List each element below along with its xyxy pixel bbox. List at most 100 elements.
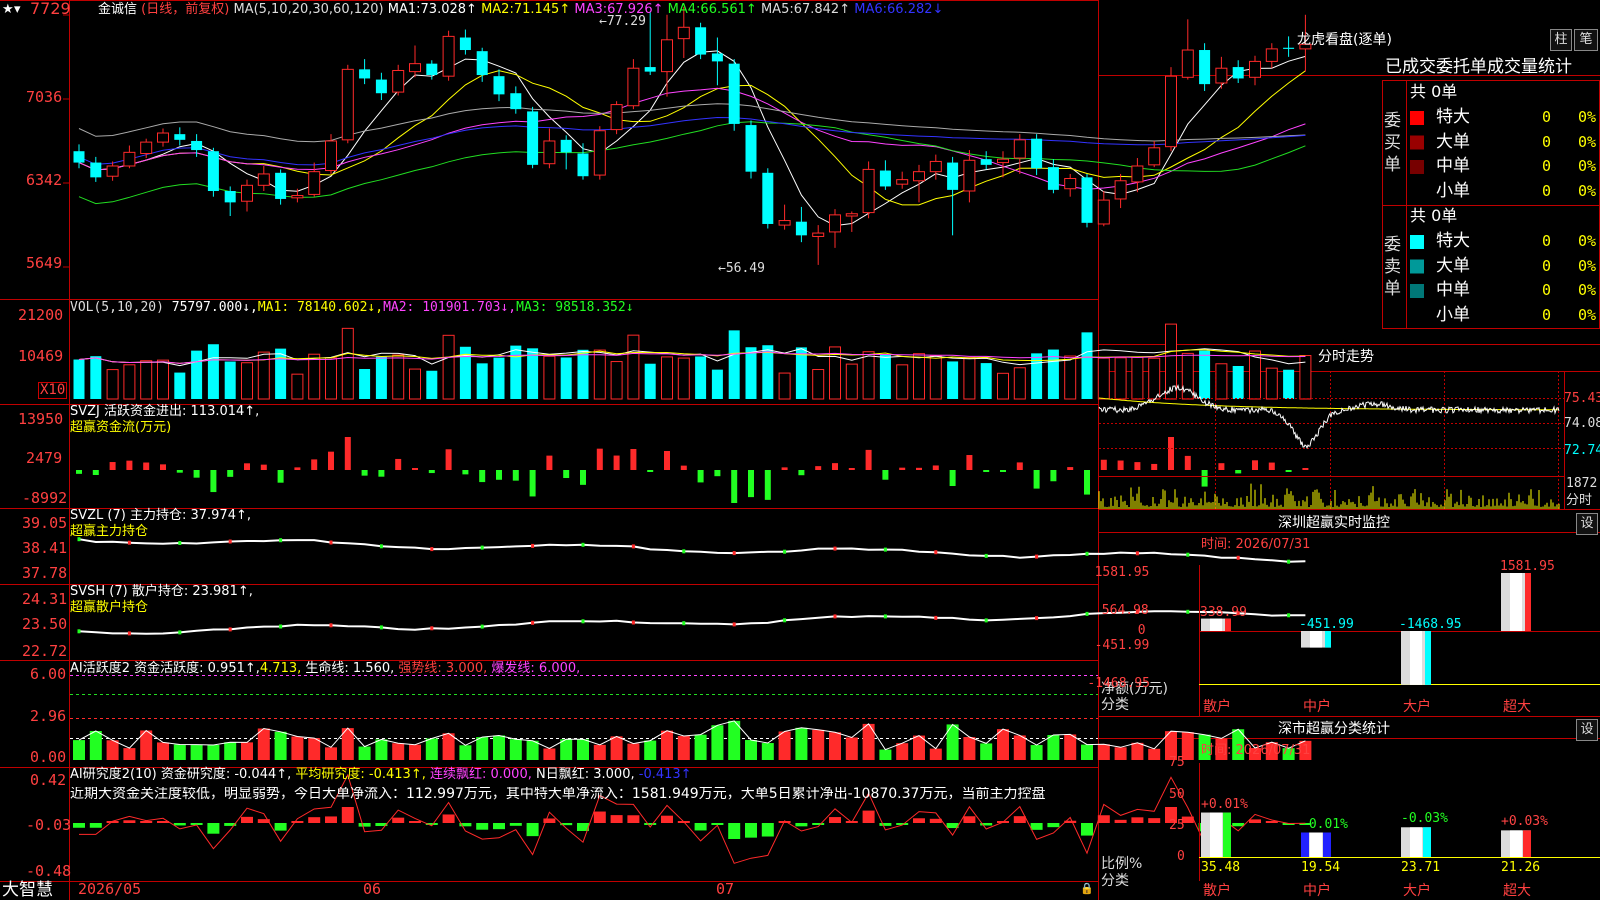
candle-body [929,160,942,173]
stats-bar-change: -0.01% [1301,816,1348,832]
sell-row-name: 中单 [1436,280,1470,300]
flow-bar [1151,463,1158,470]
volume-bar [1097,357,1110,400]
flow-bar [949,470,956,487]
flow-bar [647,470,654,472]
tab-orders[interactable]: 委托单 [1436,57,1487,77]
holding-dot [631,620,635,625]
candle-body [1181,49,1194,78]
candle-body [1013,139,1026,159]
research-bar [593,811,606,823]
activity-bar [526,740,539,760]
research-bar [409,821,421,823]
flow-bar [210,470,217,493]
activity-bar [325,747,337,760]
candle-body [1097,199,1110,225]
vol-unit-button[interactable]: X10 [38,382,68,399]
candle-body [913,171,925,182]
activity-bar [358,746,371,760]
lock-icon[interactable]: 🔒 [1080,881,1094,896]
volume-bar [627,334,640,400]
flow-bar [781,467,788,470]
research-bar [358,823,371,827]
buy-row-pct: 0% [1578,157,1597,175]
holding-dot [934,550,938,555]
volume-bar [896,364,909,400]
chart-mode[interactable]: (日线，前复权) [141,2,229,17]
holding-dot [228,539,232,544]
candle-body [695,27,707,55]
research-bar [963,816,976,823]
monitor-bar-value: 1581.95 [1500,559,1555,574]
research-bar [509,823,522,826]
research-bar [207,823,220,834]
candle-body [476,51,488,76]
research-bar [476,823,489,830]
buy-row-count: 0 [1542,181,1552,200]
lhb-title: 龙虎看盘(逐单) [1297,32,1392,48]
volume-bar [1232,365,1244,399]
flow-bar [630,449,637,470]
research-bar [493,823,505,830]
volume-bar [1064,355,1077,400]
holding-dot [178,630,182,635]
tab-traded[interactable]: 已成交 [1385,57,1436,77]
buy-total: 共 0单 [1410,82,1458,101]
candle-body [997,158,1009,164]
activity-bar [476,737,489,760]
holding-dot [581,619,585,624]
candle-body [677,26,690,40]
candle-body [1081,177,1093,223]
flow-bar [882,470,889,480]
monitor-axis-label2: 分类 [1101,697,1129,713]
tick-view-button[interactable]: 笔 [1574,29,1598,51]
holding-dot [984,618,988,623]
candle-body [375,79,387,94]
stats-axis-label: 比例% [1101,856,1143,872]
volume-bar [644,363,656,399]
candle-body [325,140,337,172]
candle-body [879,170,891,187]
candle-body [392,69,405,93]
candle-body [728,63,740,124]
ma5-line [78,103,1306,143]
sell-row-count: 0 [1542,256,1552,275]
flow-bar [126,460,133,470]
candle-body [1265,48,1278,62]
holding-dot [1287,559,1291,564]
y-tick: 6342 [26,171,63,189]
monitor-settings-button[interactable]: 设 [1576,513,1598,535]
sell-row-name: 小单 [1436,304,1470,325]
holding-dot [682,549,686,554]
flow-bar [983,470,990,472]
holding-dot [1236,555,1240,560]
research-bar [173,823,186,826]
candle-body [762,172,774,224]
volume-bar [123,364,136,400]
sell-row-name: 特大 [1436,231,1470,251]
star-icon[interactable]: ★ [2,2,14,17]
research-bar [1148,818,1161,823]
tab-stats[interactable]: 统计 [1538,57,1572,77]
research-bar [526,823,539,837]
stats-settings-button[interactable]: 设 [1576,719,1598,741]
flow-bar [664,450,670,470]
volume-bar [577,349,589,399]
ai2-header: AI研究度2(10) 资金研究度: -0.044↑, 平均研究度: -0.413… [70,767,692,782]
activity-bar [291,736,304,760]
candle-body [812,232,825,237]
tab-volume[interactable]: 成交量 [1487,57,1538,77]
ma6-label: MA6: [854,2,888,17]
monitor-y-tick: -1468.95 [1087,676,1151,691]
dropdown-icon[interactable]: ▾ [14,2,21,17]
holding-dot [480,545,484,550]
date-label: 06 [363,880,382,898]
monitor-bar-edge [1525,573,1531,631]
volume-bar [862,351,875,400]
research-bar [862,810,875,823]
candle-body [174,134,186,140]
flow-bar [445,449,452,470]
bar-view-button[interactable]: 柱 [1550,29,1572,51]
monitor-y-tick: 0 [1137,623,1146,638]
holding-dot [934,615,938,620]
